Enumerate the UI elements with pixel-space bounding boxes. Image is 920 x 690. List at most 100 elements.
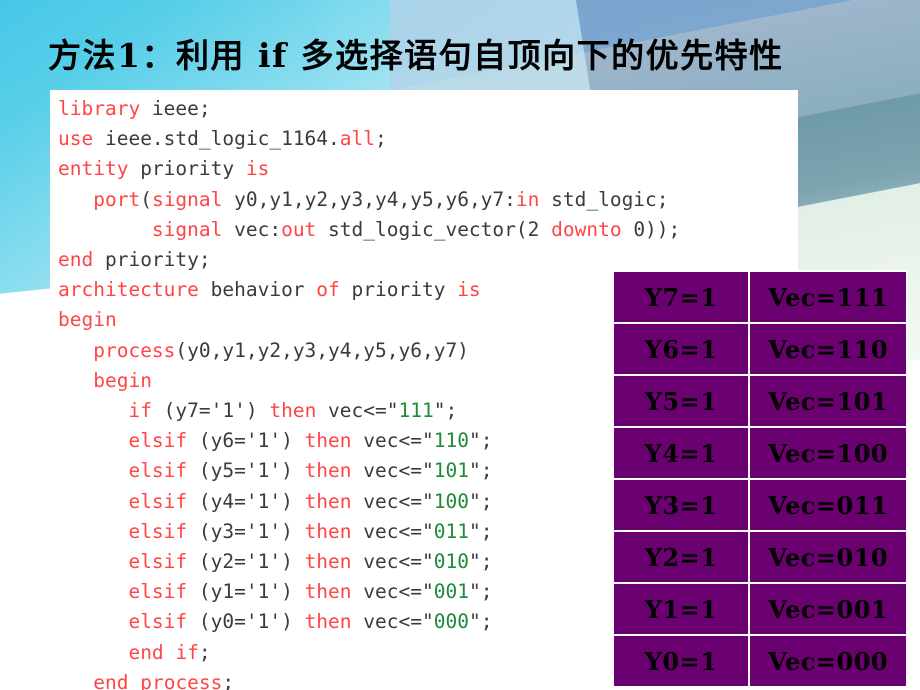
code-token-lit: 101 [433, 459, 469, 483]
code-token-id [58, 188, 93, 211]
code-line: signal vec:out std_logic_vector(2 downto… [58, 215, 798, 245]
code-token-kw: then [304, 459, 352, 483]
code-token-kw: of [316, 278, 340, 302]
code-token-kw: begin [58, 308, 117, 332]
code-token-id [58, 339, 93, 362]
truth-table-condition-cell: Y6=1 [611, 322, 751, 376]
code-token-kw: downto [551, 217, 622, 241]
table-row: Y1=1 Vec=001 [611, 582, 908, 636]
code-token-id: 0)); [621, 217, 681, 241]
code-token-kw: is [245, 157, 270, 181]
code-token-id: vec<=" [351, 459, 434, 483]
code-token-kw: then [304, 610, 352, 634]
code-token-kw: elsif [128, 459, 188, 483]
code-token-kw: library [58, 97, 141, 120]
code-token-id: "; [468, 580, 493, 604]
code-line: use ieee.std_logic_1164.all; [58, 124, 798, 154]
code-token-id: vec<=" [351, 580, 434, 604]
code-token-id: "; [468, 459, 493, 483]
slide-canvas: 方法1：利用 if 多选择语句自顶向下的优先特性 library ieee; us… [0, 0, 920, 690]
code-token-id [58, 399, 128, 422]
code-token-id: (y3='1') [187, 519, 305, 543]
code-token-id: (y7='1') [151, 399, 270, 423]
table-row: Y0=1 Vec=000 [611, 634, 908, 688]
code-token-id: (y0,y1,y2,y3,y4,y5,y6,y7) [175, 338, 469, 362]
truth-table-result-cell: Vec=000 [748, 634, 908, 688]
code-line: library ieee; [58, 94, 798, 124]
code-token-kw: end [128, 640, 164, 664]
code-token-kw: then [304, 580, 352, 604]
code-token-kw: elsif [128, 519, 188, 543]
code-token-id [58, 610, 128, 633]
code-token-id: priority; [93, 248, 211, 272]
table-row: Y3=1 Vec=011 [611, 478, 908, 532]
code-token-id [128, 671, 140, 690]
code-token-id [58, 641, 128, 664]
code-token-lit: 010 [433, 550, 469, 574]
code-token-kw: process [93, 338, 176, 362]
code-token-id [58, 369, 93, 392]
code-token-kw: process [140, 670, 223, 690]
code-token-kw: elsif [128, 429, 188, 453]
code-token-id: "; [468, 489, 493, 513]
code-token-kw: elsif [128, 610, 188, 634]
code-token-lit: 100 [433, 489, 469, 513]
code-token-id: (y2='1') [187, 550, 305, 574]
code-token-id: ( [140, 187, 152, 211]
code-token-id: priority [339, 278, 458, 302]
code-token-id: (y5='1') [187, 459, 305, 483]
code-token-kw: elsif [128, 489, 188, 513]
truth-table-result-cell: Vec=110 [748, 322, 908, 376]
code-token-kw: then [304, 489, 352, 513]
truth-table-condition-cell: Y5=1 [611, 374, 751, 428]
code-token-id: ; [375, 127, 387, 151]
code-token-id: y0,y1,y2,y3,y4,y5,y6,y7: [222, 187, 516, 211]
table-row: Y4=1 Vec=100 [611, 426, 908, 480]
table-row: Y5=1 Vec=101 [611, 374, 908, 428]
truth-table-result-cell: Vec=010 [748, 530, 908, 584]
code-token-lit: 111 [398, 399, 434, 423]
code-token-kw: out [281, 217, 317, 241]
code-token-id: std_logic_vector(2 [316, 217, 552, 241]
code-token-kw: if [175, 640, 199, 664]
code-token-kw: signal [151, 217, 223, 241]
truth-table-result-cell: Vec=001 [748, 582, 908, 636]
code-line: entity priority is [58, 154, 798, 184]
code-token-kw: elsif [128, 550, 188, 574]
code-token-kw: entity [58, 157, 129, 181]
code-token-kw: is [457, 278, 481, 302]
code-token-kw: in [515, 187, 540, 211]
code-token-id: ; [198, 640, 211, 664]
code-token-kw: all [339, 127, 376, 151]
code-token-id: priority [128, 157, 246, 181]
code-token-lit: 001 [433, 580, 469, 604]
code-line: port(signal y0,y1,y2,y3,y4,y5,y6,y7:in s… [58, 185, 798, 215]
code-token-id: "; [468, 610, 493, 634]
table-row: Y7=1 Vec=111 [611, 270, 908, 324]
code-token-id: vec<=" [351, 429, 434, 453]
code-token-id [58, 459, 128, 482]
code-token-id: (y4='1') [187, 489, 305, 513]
code-token-kw: signal [151, 187, 223, 211]
truth-table-result-cell: Vec=011 [748, 478, 908, 532]
table-row: Y2=1 Vec=010 [611, 530, 908, 584]
code-token-id [58, 671, 93, 690]
code-token-lit: 011 [433, 519, 469, 543]
code-token-id: vec<=" [351, 519, 434, 543]
truth-table-condition-cell: Y4=1 [611, 426, 751, 480]
code-token-kw: end [93, 670, 129, 690]
code-token-id: "; [433, 399, 458, 423]
code-token-id: vec<=" [351, 550, 434, 574]
truth-table-condition-cell: Y1=1 [611, 582, 751, 636]
code-token-kw: then [304, 429, 352, 453]
code-token-id [58, 520, 128, 543]
code-token-id: behavior [198, 278, 317, 302]
code-token-id: "; [468, 550, 493, 574]
code-token-id: (y6='1') [187, 429, 305, 453]
code-token-id [58, 490, 128, 513]
truth-table-condition-cell: Y7=1 [611, 270, 751, 324]
code-token-id: ieee; [140, 97, 211, 120]
code-token-id: (y1='1') [187, 580, 305, 604]
code-token-id [58, 218, 152, 241]
code-token-kw: then [304, 519, 352, 543]
